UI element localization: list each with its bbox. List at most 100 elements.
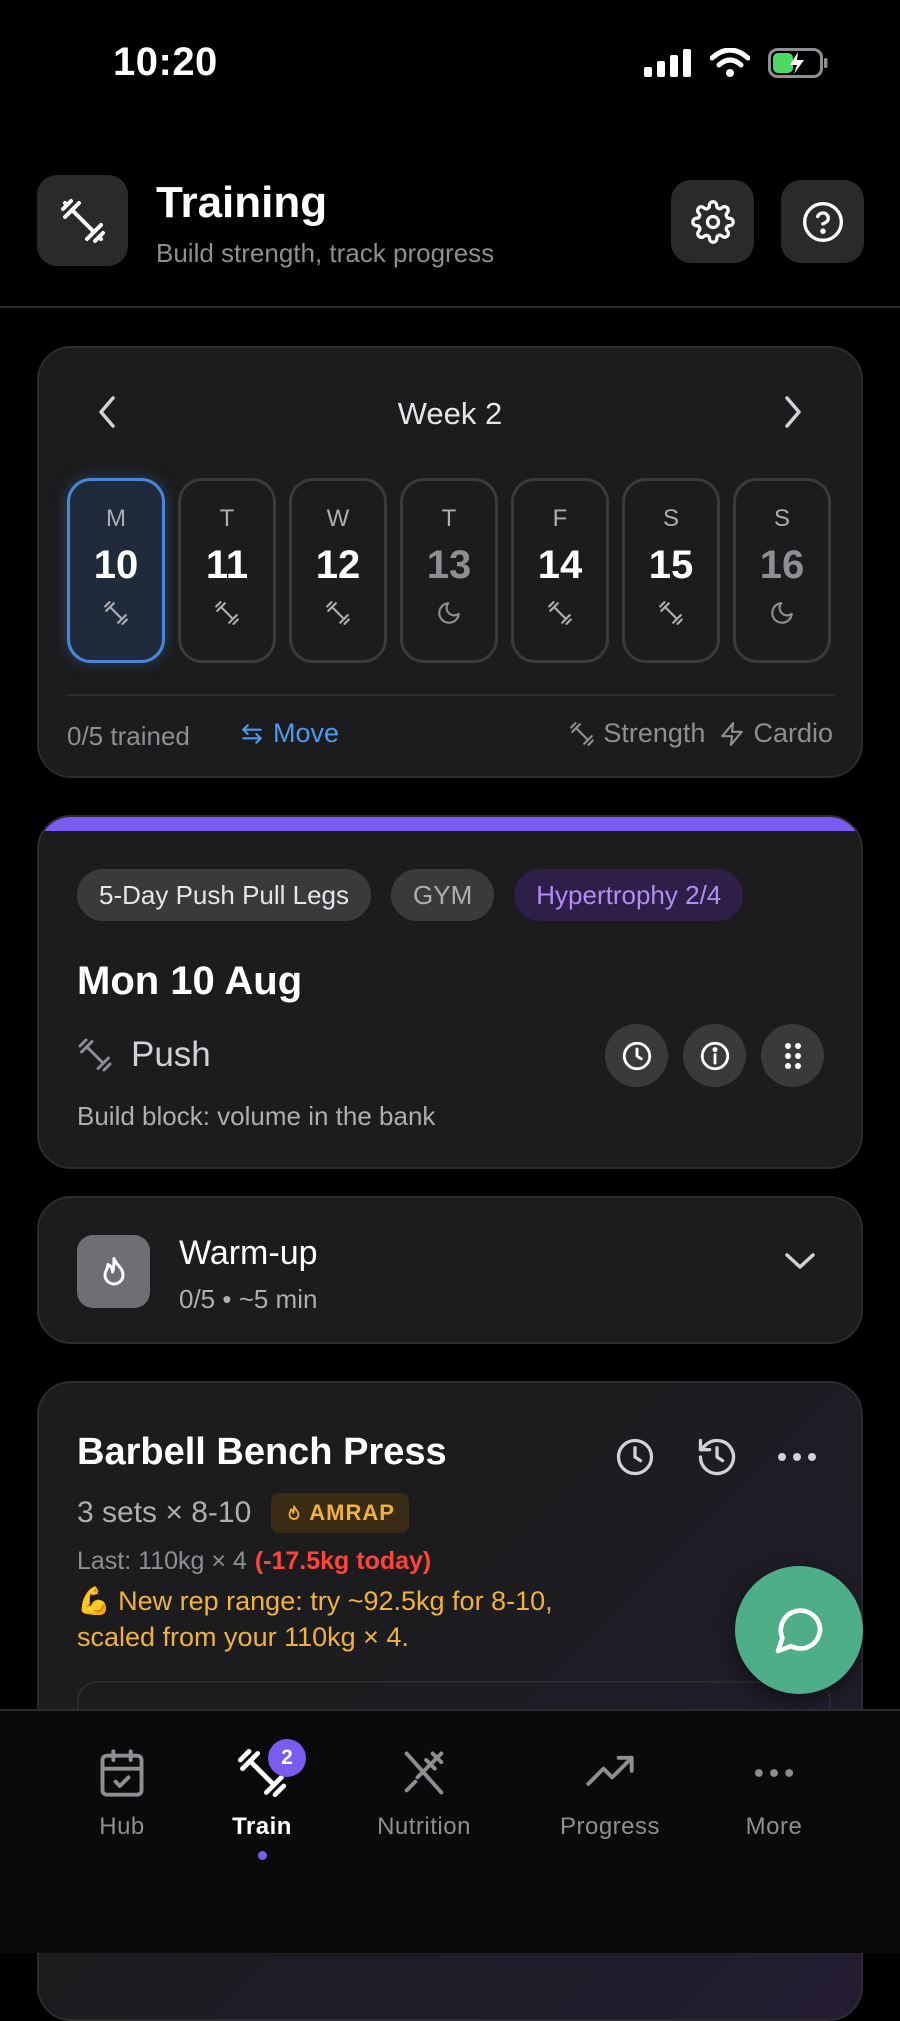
trained-count: 0/5 trained <box>67 721 190 751</box>
train-badge: 2 <box>268 1739 306 1777</box>
app-logo <box>37 175 128 266</box>
legend-cardio: Cardio <box>719 718 833 749</box>
day-number: 11 <box>205 543 249 587</box>
phase-tag: Hypertrophy 2/4 <box>514 869 744 921</box>
next-week-button[interactable] <box>773 392 813 432</box>
day-number: 13 <box>426 543 472 587</box>
dumbbell-icon <box>547 600 573 626</box>
dumbbell-icon <box>103 600 129 626</box>
battery-icon <box>768 48 828 78</box>
legend-strength: Strength <box>569 718 705 749</box>
wifi-icon <box>710 48 750 77</box>
header-divider <box>0 306 900 308</box>
exercise-more-button[interactable] <box>777 1452 817 1462</box>
dumbbell-icon <box>78 1038 112 1072</box>
workout-info-button[interactable] <box>683 1024 746 1087</box>
tab-train[interactable]: 2 Train <box>192 1739 332 1860</box>
page-subtitle: Build strength, track progress <box>156 238 495 268</box>
workout-tags: 5-Day Push Pull Legs GYM Hypertrophy 2/4 <box>77 869 744 921</box>
legend-strength-label: Strength <box>603 718 706 748</box>
tab-label: Nutrition <box>377 1813 471 1840</box>
help-button[interactable] <box>781 180 864 263</box>
workout-type: Push <box>77 1035 211 1075</box>
day-number: 15 <box>648 543 694 587</box>
last-performance: Last: 110kg × 4 (-17.5kg today) <box>77 1547 431 1576</box>
amrap-badge: AMRAP <box>271 1493 409 1533</box>
clock-icon <box>622 1041 651 1070</box>
clock-icon <box>616 1438 654 1476</box>
gear-icon <box>690 199 735 244</box>
dumbbell-icon <box>214 600 240 626</box>
active-tab-indicator <box>257 1851 267 1860</box>
day-letter: M <box>106 505 126 532</box>
legend: Strength Cardio <box>569 718 833 749</box>
moon-icon <box>769 600 795 626</box>
workout-description: Build block: volume in the bank <box>77 1101 436 1131</box>
dumbbell-icon <box>325 600 351 626</box>
settings-button[interactable] <box>671 180 754 263</box>
warmup-card[interactable]: Warm-up 0/5 • ~5 min <box>37 1196 863 1344</box>
workout-type-label: Push <box>131 1035 211 1074</box>
load-delta: (-17.5kg today) <box>254 1547 432 1575</box>
week-title: Week 2 <box>397 396 503 431</box>
day-fri[interactable]: F 14 <box>511 478 609 663</box>
move-label: Move <box>273 718 340 748</box>
amrap-label: AMRAP <box>309 1500 395 1525</box>
day-letter: W <box>326 505 350 532</box>
exercise-sets: 3 sets × 8-10 AMRAP <box>77 1493 409 1533</box>
exercise-history-button[interactable] <box>695 1435 739 1479</box>
workout-date: Mon 10 Aug <box>77 959 303 1003</box>
chevron-down-icon[interactable] <box>783 1250 817 1272</box>
day-selector: M 10 T 11 W 12 T 13 F 14 S 15 S 16 <box>67 478 831 663</box>
workout-history-button[interactable] <box>605 1024 668 1087</box>
day-letter: T <box>441 505 457 532</box>
move-button[interactable]: Move <box>239 718 339 749</box>
calendar-check-icon <box>100 1749 144 1797</box>
chat-button[interactable] <box>735 1566 863 1694</box>
exercise-name: Barbell Bench Press <box>77 1431 447 1473</box>
history-icon <box>698 1438 736 1476</box>
day-wed[interactable]: W 12 <box>289 478 387 663</box>
more-horizontal-icon <box>754 1769 794 1777</box>
workout-reorder-button[interactable] <box>761 1024 824 1087</box>
rep-range-tip: 💪 New rep range: try ~92.5kg for 8-10, s… <box>77 1586 553 1652</box>
workout-card[interactable]: 5-Day Push Pull Legs GYM Hypertrophy 2/4… <box>37 815 863 1169</box>
rest-timer-button[interactable] <box>613 1435 657 1479</box>
drag-handle-icon <box>784 1042 801 1069</box>
tab-hub[interactable]: Hub <box>52 1747 192 1841</box>
week-divider <box>67 694 835 696</box>
day-sat[interactable]: S 15 <box>622 478 720 663</box>
moon-icon <box>436 600 462 626</box>
week-card: Week 2 M 10 T 11 W 12 T 13 F 14 S 15 S 1… <box>37 346 863 778</box>
help-icon <box>802 201 843 242</box>
day-letter: S <box>773 505 790 532</box>
day-number: 14 <box>537 543 583 587</box>
dumbbell-icon <box>658 600 684 626</box>
trending-up-icon <box>586 1755 634 1786</box>
utensils-icon <box>404 1751 444 1795</box>
page-title: Training <box>156 178 328 227</box>
legend-cardio-label: Cardio <box>753 718 833 748</box>
flame-icon <box>288 1505 300 1520</box>
day-mon[interactable]: M 10 <box>67 478 165 663</box>
day-number: 10 <box>93 543 139 587</box>
tab-label: More <box>745 1813 803 1840</box>
last-label: Last: 110kg × 4 <box>77 1547 247 1575</box>
lightning-icon <box>721 721 744 746</box>
dumbbell-icon <box>570 721 595 746</box>
exercise-actions <box>613 1435 817 1479</box>
swap-icon <box>242 723 262 744</box>
tab-nutrition[interactable]: Nutrition <box>354 1747 494 1841</box>
tab-more[interactable]: More <box>704 1747 844 1841</box>
warmup-subtitle: 0/5 • ~5 min <box>179 1284 318 1314</box>
day-sun[interactable]: S 16 <box>733 478 831 663</box>
tab-progress[interactable]: Progress <box>540 1747 680 1841</box>
workout-accent-bar <box>39 817 861 831</box>
day-tue[interactable]: T 11 <box>178 478 276 663</box>
tab-label: Hub <box>99 1813 145 1840</box>
day-thu[interactable]: T 13 <box>400 478 498 663</box>
day-number: 12 <box>315 543 361 587</box>
day-letter: F <box>552 505 568 532</box>
program-tag: 5-Day Push Pull Legs <box>77 869 372 921</box>
chat-bubble-icon <box>775 1608 823 1654</box>
